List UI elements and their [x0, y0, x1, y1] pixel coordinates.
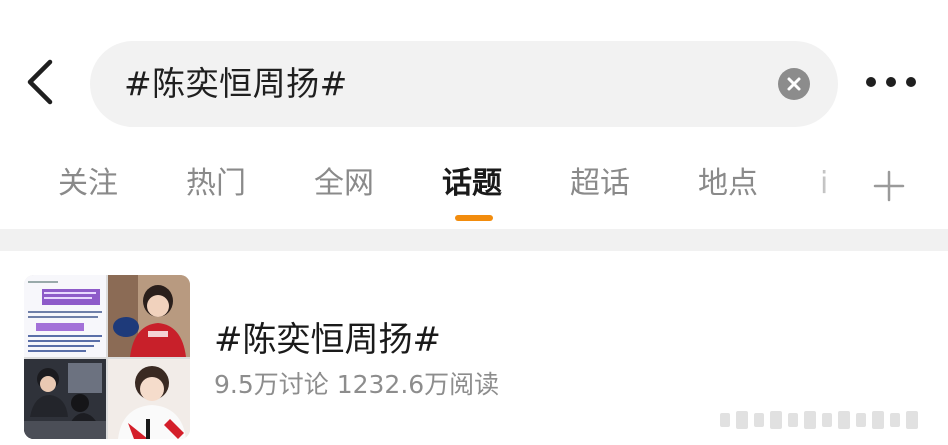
topic-thumbnail — [24, 275, 190, 439]
section-divider — [0, 229, 948, 251]
more-options-button[interactable] — [866, 70, 918, 94]
thumbnail-photo-white-jacket — [108, 359, 190, 439]
plus-icon — [873, 170, 905, 202]
add-tab-button[interactable] — [869, 166, 909, 206]
watermark-decoration — [720, 405, 930, 435]
tab-following[interactable]: 关注 — [58, 162, 118, 206]
tab-bar: 关注 热门 全网 话题 超话 地点 i — [0, 150, 948, 228]
back-button[interactable] — [18, 52, 62, 112]
tab-hot[interactable]: 热门 — [186, 162, 246, 206]
clear-x-icon — [787, 77, 801, 91]
thumbnail-photo-desk — [24, 359, 106, 439]
tab-all-web[interactable]: 全网 — [314, 162, 374, 206]
thumbnail-document-image — [24, 275, 106, 357]
search-field[interactable]: #陈奕恒周扬# — [90, 41, 838, 127]
thumbnail-photo-red-jersey — [108, 275, 190, 357]
tab-location[interactable]: 地点 — [698, 162, 758, 206]
topic-stats: 9.5万讨论 1232.6万阅读 — [214, 370, 500, 399]
topic-title[interactable]: #陈奕恒周扬# — [214, 317, 441, 363]
top-bar: #陈奕恒周扬# — [0, 0, 948, 160]
clear-search-button[interactable] — [778, 68, 810, 100]
search-query-text: #陈奕恒周扬# — [124, 64, 348, 103]
tab-super-topic[interactable]: 超话 — [570, 162, 630, 206]
chevron-left-icon — [27, 59, 53, 105]
tab-fade — [808, 150, 848, 228]
tab-topics[interactable]: 话题 — [442, 162, 502, 206]
active-tab-indicator — [455, 215, 493, 221]
